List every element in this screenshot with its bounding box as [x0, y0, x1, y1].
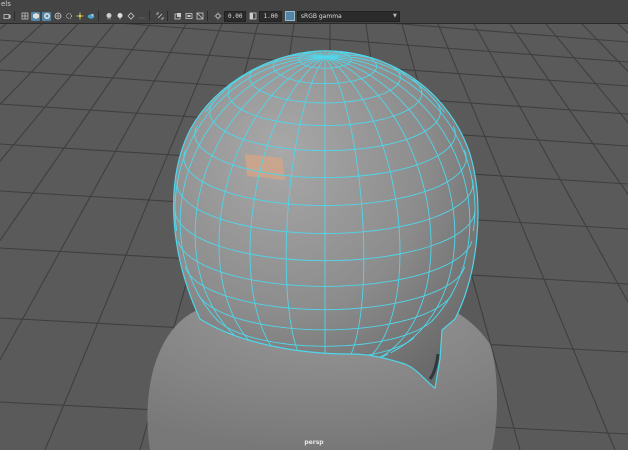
- selected-face[interactable]: [245, 154, 285, 180]
- gamma-toggle-icon[interactable]: [248, 12, 257, 21]
- grid-line: [0, 24, 140, 450]
- motion-blur-icon[interactable]: [126, 12, 135, 21]
- xray-icon[interactable]: [53, 12, 62, 21]
- render-icon[interactable]: [104, 12, 113, 21]
- exposure-field[interactable]: 0.00: [224, 10, 247, 22]
- 3d-viewport[interactable]: [0, 24, 628, 450]
- grid-line: [596, 24, 628, 450]
- grid-line: [520, 24, 628, 450]
- maya-viewport-panel: els 0.00 1.00 sRGB gamma ▼ persp: [0, 0, 628, 450]
- resolution-gate-icon[interactable]: [173, 12, 182, 21]
- toolbar-separator: [98, 11, 99, 21]
- shaded-icon[interactable]: [31, 11, 40, 21]
- grid-line: [0, 24, 83, 450]
- grid-icon[interactable]: [20, 12, 29, 21]
- grid-line: [558, 24, 628, 450]
- grid-line: [577, 24, 628, 450]
- grid-line: [0, 24, 7, 30]
- wireframe-icon[interactable]: [155, 12, 164, 21]
- grid-line: [617, 24, 628, 34]
- panel-toolbar: 0.00 1.00 sRGB gamma ▼: [0, 9, 628, 24]
- panel-menubar: els: [0, 0, 628, 9]
- camera-name-label: persp: [304, 439, 324, 446]
- grid-line: [0, 24, 64, 450]
- isolate-icon[interactable]: [86, 12, 95, 21]
- lights-icon[interactable]: [64, 12, 73, 21]
- color-management-icon[interactable]: [284, 11, 295, 21]
- grid-line: [501, 24, 628, 450]
- chevron-down-icon: ▼: [393, 12, 397, 19]
- menubar-label[interactable]: els: [0, 0, 11, 8]
- film-gate-icon[interactable]: [184, 12, 193, 21]
- ao-icon[interactable]: [115, 12, 124, 21]
- color-space-dropdown[interactable]: sRGB gamma ▼: [296, 10, 400, 22]
- gamma-field[interactable]: 1.00: [259, 10, 282, 22]
- exposure-icon[interactable]: [213, 12, 222, 21]
- toolbar-separator: [167, 11, 168, 21]
- toolbar-separator: [149, 11, 150, 21]
- grid-line: [394, 24, 628, 43]
- toolbar-separator: [14, 11, 15, 21]
- safe-area-icon[interactable]: [195, 12, 204, 21]
- toolbar-separator: [207, 11, 208, 21]
- camera-icon[interactable]: [2, 12, 11, 21]
- textured-icon[interactable]: [42, 11, 51, 21]
- grid-line: [539, 24, 628, 450]
- color-space-value: sRGB gamma: [300, 12, 342, 20]
- shadow-icon[interactable]: [75, 12, 84, 21]
- viewport-scene[interactable]: [0, 24, 628, 450]
- aa-icon[interactable]: [137, 12, 146, 21]
